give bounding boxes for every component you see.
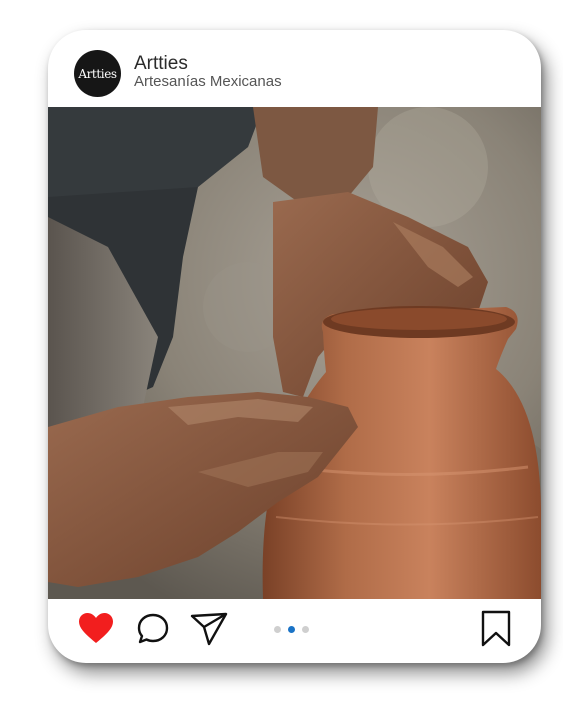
heart-icon bbox=[79, 613, 113, 643]
account-subtitle: Artesanías Mexicanas bbox=[134, 73, 282, 90]
like-button[interactable] bbox=[78, 612, 114, 649]
post-actions-bar bbox=[48, 599, 541, 663]
share-button[interactable] bbox=[190, 611, 228, 652]
comment-bubble-icon bbox=[137, 613, 169, 644]
post-image[interactable] bbox=[48, 107, 541, 599]
account-name[interactable]: Artties bbox=[134, 53, 188, 75]
post-card: Artties Artties Artesanías Mexicanas bbox=[48, 30, 541, 663]
avatar[interactable]: Artties bbox=[74, 50, 121, 97]
post-header: Artties Artties Artesanías Mexicanas bbox=[48, 30, 541, 107]
comment-button[interactable] bbox=[136, 612, 170, 651]
carousel-indicator bbox=[274, 626, 309, 633]
avatar-logo-text: Artties bbox=[78, 66, 117, 81]
bookmark-icon bbox=[481, 610, 511, 647]
carousel-dot bbox=[302, 626, 309, 633]
save-button[interactable] bbox=[480, 610, 512, 653]
paper-plane-icon bbox=[190, 612, 228, 646]
carousel-dot bbox=[274, 626, 281, 633]
carousel-dot-active bbox=[288, 626, 295, 633]
